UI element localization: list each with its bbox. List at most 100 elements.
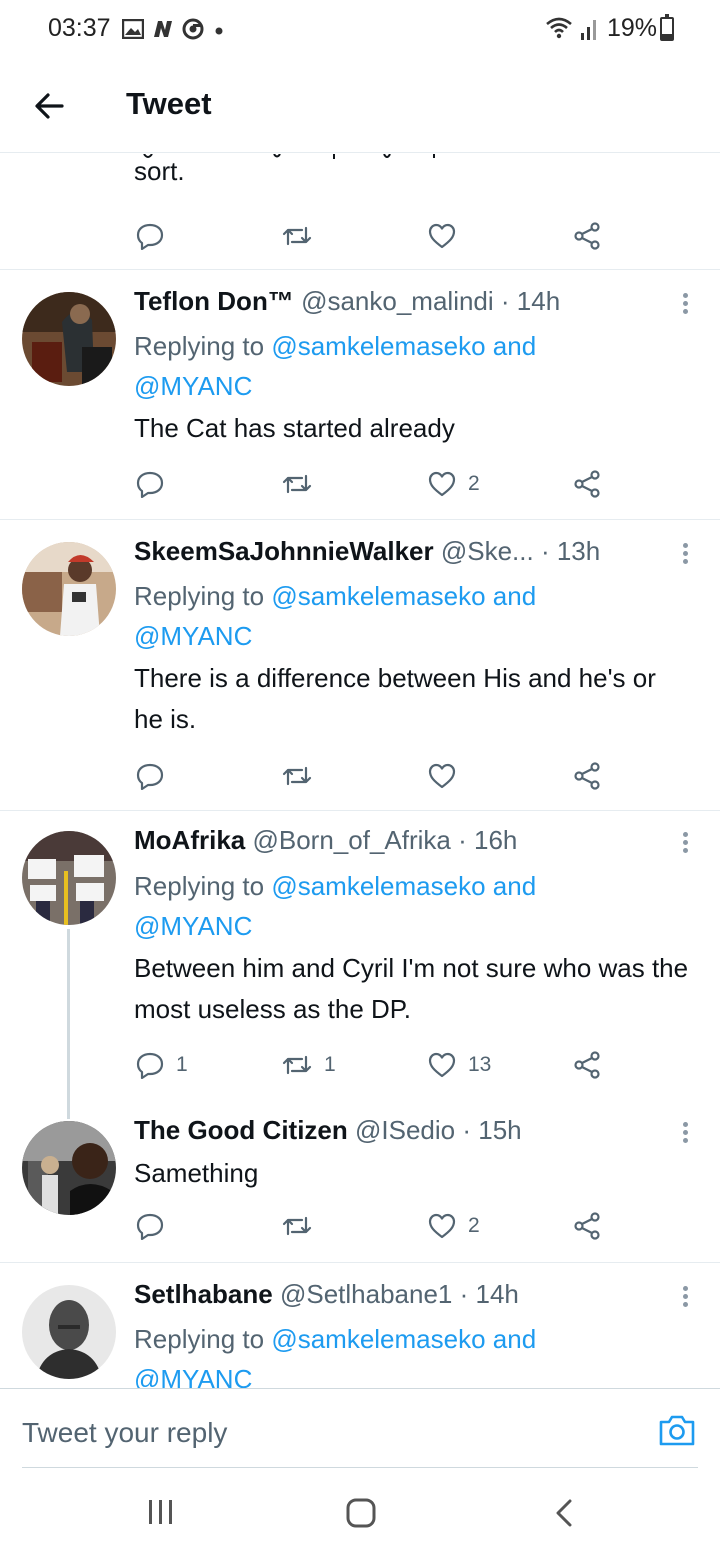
share-icon — [574, 470, 600, 498]
reply-icon — [136, 1052, 164, 1079]
back-arrow-icon[interactable] — [30, 86, 70, 126]
back-icon[interactable] — [552, 1498, 576, 1528]
tweet-actions: 2 — [0, 464, 720, 504]
tweet-body: Between him and Cyril I'm not sure who w… — [134, 953, 689, 1024]
mention-link[interactable]: @MYANC — [134, 371, 252, 401]
tweet-body: There is a difference between His and he… — [134, 663, 656, 734]
avatar[interactable] — [22, 1121, 116, 1215]
partial-tweet-clipped-line — [143, 154, 435, 159]
home-icon[interactable] — [345, 1498, 377, 1528]
avatar[interactable] — [22, 292, 116, 386]
mention-link[interactable]: @samkelemaseko and — [271, 1324, 536, 1354]
replying-to: Replying to @samkelemaseko and @MYANC — [134, 1319, 694, 1388]
share-action[interactable] — [573, 1045, 601, 1085]
reply-icon — [136, 763, 164, 790]
reply-action[interactable]: 1 — [136, 1045, 188, 1085]
tweet-actions: 1 1 13 — [0, 1045, 720, 1085]
more-options-icon[interactable] — [676, 290, 694, 318]
share-action[interactable] — [573, 756, 601, 796]
tweet[interactable]: Setlhabane @Setlhabane1 · 14h Replying t… — [0, 1263, 720, 1388]
reply-input[interactable]: Tweet your reply — [22, 1417, 227, 1449]
tweet-actions: 2 — [0, 1206, 720, 1246]
heart-icon — [428, 1052, 456, 1078]
display-name[interactable]: Teflon Don™ — [134, 286, 294, 316]
avatar[interactable] — [22, 1285, 116, 1379]
battery-icon — [660, 14, 674, 41]
like-action[interactable] — [428, 756, 468, 796]
like-action[interactable] — [428, 216, 456, 256]
display-name[interactable]: The Good Citizen — [134, 1115, 348, 1145]
thread-line — [67, 929, 70, 1119]
handle[interactable]: @ISedio — [355, 1115, 455, 1145]
handle[interactable]: @sanko_malindi — [301, 286, 494, 316]
more-options-icon[interactable] — [676, 540, 694, 568]
tweet[interactable]: Teflon Don™ @sanko_malindi · 14h Replyin… — [0, 270, 720, 520]
replying-to-label: Replying to — [134, 581, 265, 611]
tweet-body: The Cat has started already — [134, 413, 455, 443]
partial-tweet-actions — [0, 216, 720, 256]
reply-icon — [136, 1213, 164, 1240]
tweet[interactable]: MoAfrika @Born_of_Afrika · 16h Replying … — [0, 811, 720, 1119]
retweet-action[interactable] — [282, 1206, 324, 1246]
avatar[interactable] — [22, 831, 116, 925]
camera-icon[interactable] — [658, 1413, 696, 1447]
reply-count: 1 — [176, 1053, 188, 1076]
mention-link[interactable]: @MYANC — [134, 911, 252, 941]
like-action[interactable]: 2 — [428, 464, 480, 504]
mention-link[interactable]: @MYANC — [134, 1364, 252, 1388]
tweet-header: Teflon Don™ @sanko_malindi · 14h — [134, 286, 560, 317]
retweet-action[interactable] — [282, 464, 324, 504]
handle[interactable]: @Setlhabane1 — [280, 1279, 452, 1309]
wifi-icon — [546, 17, 596, 40]
reply-action[interactable] — [136, 216, 164, 256]
more-options-icon[interactable] — [676, 1119, 694, 1147]
retweet-icon — [282, 766, 312, 786]
reply-composer[interactable]: Tweet your reply — [0, 1388, 720, 1468]
reply-action[interactable] — [136, 1206, 176, 1246]
like-count: 2 — [468, 1214, 480, 1237]
tweet-header: MoAfrika @Born_of_Afrika · 16h — [134, 825, 517, 856]
display-name[interactable]: MoAfrika — [134, 825, 245, 855]
replying-to-label: Replying to — [134, 1324, 265, 1354]
status-icons — [122, 16, 226, 42]
display-name[interactable]: SkeemSaJohnnieWalker — [134, 536, 434, 566]
mention-link[interactable]: @MYANC — [134, 621, 252, 651]
share-action[interactable] — [573, 464, 601, 504]
share-icon — [574, 762, 600, 790]
share-icon — [574, 222, 600, 250]
like-count: 13 — [468, 1053, 492, 1076]
tweet-actions — [0, 756, 720, 796]
gallery-icon — [122, 19, 144, 39]
app-header: Tweet — [0, 60, 720, 153]
share-action[interactable] — [573, 1206, 601, 1246]
reply-icon — [136, 471, 164, 498]
tweet-header: The Good Citizen @ISedio · 15h — [134, 1115, 522, 1146]
mention-link[interactable]: @samkelemaseko and — [271, 581, 536, 611]
tweet-body: Samething — [134, 1158, 259, 1188]
more-options-icon[interactable] — [676, 1283, 694, 1311]
handle[interactable]: @Born_of_Afrika — [252, 825, 450, 855]
like-action[interactable]: 2 — [428, 1206, 480, 1246]
more-options-icon[interactable] — [676, 829, 694, 857]
share-action[interactable] — [573, 216, 601, 256]
display-name[interactable]: Setlhabane — [134, 1279, 273, 1309]
replying-to: Replying to @samkelemaseko and @MYANC — [134, 576, 694, 656]
reply-action[interactable] — [136, 464, 176, 504]
mention-link[interactable]: @samkelemaseko and — [271, 871, 536, 901]
mention-link[interactable]: @samkelemaseko and — [271, 331, 536, 361]
handle[interactable]: @Ske... — [441, 536, 534, 566]
reply-action[interactable] — [136, 756, 176, 796]
tweet-feed[interactable]: sort. Teflon Don™ @sanko_malindi · 14h R… — [0, 154, 720, 1388]
tweet[interactable]: The Good Citizen @ISedio · 15h Samething… — [0, 1101, 720, 1263]
retweet-action[interactable] — [282, 756, 324, 796]
recents-icon[interactable] — [146, 1498, 176, 1526]
retweet-action[interactable]: 1 — [282, 1045, 336, 1085]
timestamp: · 13h — [540, 536, 601, 566]
tweet[interactable]: SkeemSaJohnnieWalker @Ske... · 13h Reply… — [0, 520, 720, 811]
retweet-count: 1 — [324, 1053, 336, 1076]
heart-icon — [428, 471, 456, 497]
timestamp: · 15h — [462, 1115, 522, 1145]
avatar[interactable] — [22, 542, 116, 636]
retweet-action[interactable] — [282, 216, 312, 256]
like-action[interactable]: 13 — [428, 1045, 491, 1085]
